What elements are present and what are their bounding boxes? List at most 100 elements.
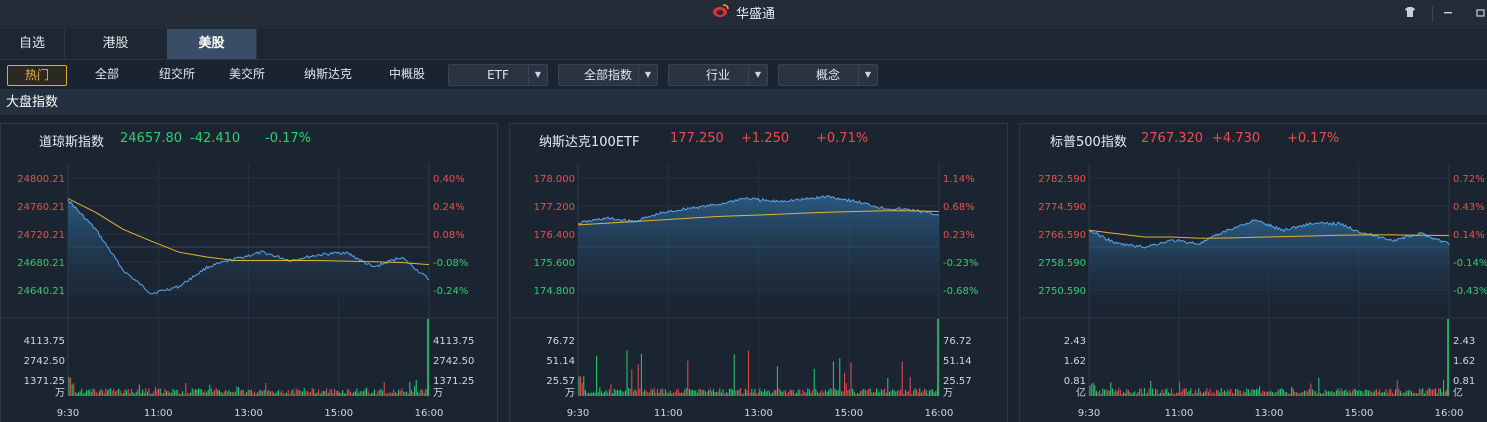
industry-dropdown[interactable]: 行业 ▼ xyxy=(668,64,768,86)
filter-nyse-button[interactable]: 纽交所 xyxy=(152,65,202,84)
index-panel-dow[interactable]: 道琼斯指数 24657.80 -42.410 -0.17% 24800.21 24… xyxy=(0,123,498,422)
filter-all-button[interactable]: 全部 xyxy=(82,65,132,84)
index-dropdown[interactable]: 全部指数 ▼ xyxy=(558,64,658,86)
price-tick: 177.200 xyxy=(534,202,575,213)
volume-tick: 0.81 xyxy=(1453,376,1475,387)
pct-tick: -0.24% xyxy=(433,286,468,297)
market-tab-bar: 自选 港股 美股 xyxy=(0,29,1487,60)
time-tick: 13:00 xyxy=(234,408,263,419)
chevron-down-icon: ▼ xyxy=(528,65,547,85)
section-header: 大盘指数 xyxy=(0,89,1487,115)
volume-unit: 亿 xyxy=(1076,386,1086,399)
etf-dropdown[interactable]: ETF ▼ xyxy=(448,64,548,86)
price-tick: 24760.21 xyxy=(17,202,65,213)
price-tick: 24640.21 xyxy=(17,286,65,297)
time-tick: 15:00 xyxy=(834,408,863,419)
volume-tick: 0.81 xyxy=(1064,376,1086,387)
filter-bar: 热门 全部 纽交所 美交所 纳斯达克 中概股 ETF ▼ 全部指数 ▼ 行业 ▼… xyxy=(0,60,1487,88)
time-tick: 11:00 xyxy=(1165,408,1194,419)
pct-tick: 0.23% xyxy=(943,230,975,241)
intraday-chart: 178.000 177.200 176.400 175.600 174.800 1.14%… xyxy=(510,164,1007,419)
time-tick: 16:00 xyxy=(1435,408,1464,419)
index-panel-nasdaq100[interactable]: 纳斯达克100ETF 177.250 +1.250 +0.71% 178.000… xyxy=(509,123,1008,422)
price-tick: 175.600 xyxy=(534,258,575,269)
volume-tick: 25.57 xyxy=(546,376,575,387)
volume-unit: 万 xyxy=(433,388,443,399)
volume-tick: 51.14 xyxy=(546,356,575,367)
pct-tick: 1.14% xyxy=(943,174,975,185)
volume-tick: 2742.50 xyxy=(433,356,474,367)
volume-tick: 51.14 xyxy=(943,356,972,367)
volume-unit: 万 xyxy=(565,388,575,399)
tab-us-stocks[interactable]: 美股 xyxy=(167,29,257,59)
time-tick: 11:00 xyxy=(144,408,173,419)
time-tick: 13:00 xyxy=(744,408,773,419)
price-tick: 2774.590 xyxy=(1038,202,1086,213)
industry-dropdown-label: 行业 xyxy=(705,68,730,82)
index-panel-sp500[interactable]: 标普500指数 2767.320 +4.730 +0.17% 2782.590 2… xyxy=(1019,123,1487,422)
volume-tick: 4113.75 xyxy=(24,336,65,347)
volume-tick: 2.43 xyxy=(1064,336,1086,347)
price-tick: 24800.21 xyxy=(17,174,65,185)
etf-dropdown-label: ETF xyxy=(487,68,509,82)
intraday-chart: 2782.590 2774.590 2766.590 2758.590 2750.590… xyxy=(1020,164,1487,419)
skin-icon[interactable] xyxy=(1402,6,1418,22)
pct-tick: -0.08% xyxy=(433,258,468,269)
pct-tick: 0.72% xyxy=(1453,174,1485,185)
price-area xyxy=(578,195,939,311)
volume-tick: 1.62 xyxy=(1453,356,1475,367)
minimize-icon[interactable] xyxy=(1440,6,1456,22)
time-tick: 16:00 xyxy=(415,408,444,419)
volume-tick: 1.62 xyxy=(1064,356,1086,367)
time-tick: 15:00 xyxy=(1345,408,1374,419)
title-divider xyxy=(1432,6,1433,22)
price-tick: 2750.590 xyxy=(1038,286,1086,297)
chevron-down-icon: ▼ xyxy=(638,65,657,85)
pct-tick: -0.43% xyxy=(1453,286,1487,297)
filter-china-concept-button[interactable]: 中概股 xyxy=(382,65,432,84)
filter-hot-button[interactable]: 热门 xyxy=(7,65,67,86)
tab-hk-stocks[interactable]: 港股 xyxy=(64,29,168,59)
pct-tick: 0.14% xyxy=(1453,230,1485,241)
concept-dropdown[interactable]: 概念 ▼ xyxy=(778,64,878,86)
price-tick: 174.800 xyxy=(534,286,575,297)
volume-unit: 亿 xyxy=(1453,386,1463,399)
time-tick: 11:00 xyxy=(654,408,683,419)
pct-tick: -0.68% xyxy=(943,286,978,297)
price-tick: 2766.590 xyxy=(1038,230,1086,241)
volume-tick: 2742.50 xyxy=(24,356,65,367)
volume-tick: 25.57 xyxy=(943,376,972,387)
price-tick: 24680.21 xyxy=(17,258,65,269)
pct-tick: 0.43% xyxy=(1453,202,1485,213)
time-tick: 16:00 xyxy=(925,408,954,419)
pct-tick: 0.68% xyxy=(943,202,975,213)
volume-tick: 4113.75 xyxy=(433,336,474,347)
volume-tick: 76.72 xyxy=(943,336,972,347)
pct-tick: 0.08% xyxy=(433,230,465,241)
pct-tick: 0.40% xyxy=(433,174,465,185)
price-tick: 178.000 xyxy=(534,174,575,185)
price-tick: 2758.590 xyxy=(1038,258,1086,269)
volume-unit: 万 xyxy=(55,388,65,399)
price-area xyxy=(1089,219,1449,311)
time-tick: 9:30 xyxy=(57,408,79,419)
pct-tick: -0.14% xyxy=(1453,258,1487,269)
pct-tick: -0.23% xyxy=(943,258,978,269)
time-tick: 9:30 xyxy=(567,408,589,419)
title-bar: 华盛通 xyxy=(0,0,1487,30)
concept-dropdown-label: 概念 xyxy=(815,68,840,82)
pct-tick: 0.24% xyxy=(433,202,465,213)
price-tick: 176.400 xyxy=(534,230,575,241)
price-tick: 24720.21 xyxy=(17,230,65,241)
app-title: 华盛通 xyxy=(0,0,1487,29)
app-logo-icon xyxy=(712,0,730,29)
tab-watchlist[interactable]: 自选 xyxy=(0,29,65,59)
filter-nasdaq-button[interactable]: 纳斯达克 xyxy=(300,65,356,84)
time-tick: 15:00 xyxy=(324,408,353,419)
filter-amex-button[interactable]: 美交所 xyxy=(222,65,272,84)
price-tick: 2782.590 xyxy=(1038,174,1086,185)
time-tick: 9:30 xyxy=(1078,408,1100,419)
restore-icon[interactable] xyxy=(1472,6,1487,22)
chevron-down-icon: ▼ xyxy=(858,65,877,85)
section-title: 大盘指数 xyxy=(6,95,59,110)
